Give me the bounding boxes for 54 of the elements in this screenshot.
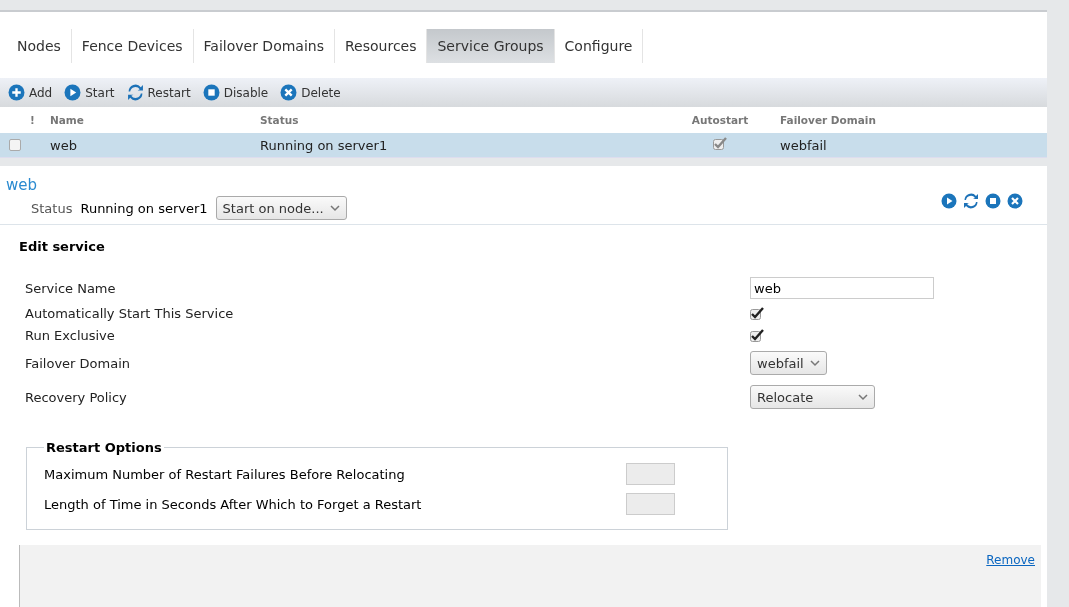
column-header: Failover Domain (780, 114, 877, 126)
tab[interactable]: Configure (554, 29, 644, 63)
checkbox[interactable] (9, 139, 21, 151)
play-icon (941, 193, 957, 209)
checkmark-icon (750, 306, 764, 320)
add-icon (8, 84, 25, 101)
checkmark-icon (750, 328, 764, 342)
field-label: Length of Time in Seconds After Which to Forget a Restart (44, 496, 422, 512)
field-label: Maximum Number of Restart Failures Before Relocating (44, 466, 405, 482)
tab[interactable]: Failover Domains (193, 29, 335, 63)
field-label: Run Exclusive (25, 327, 116, 343)
column-header: ! (30, 114, 36, 126)
field-label: Recovery Policy (25, 389, 128, 405)
field-label: Failover Domain (25, 355, 132, 371)
tab[interactable]: Nodes (7, 29, 72, 63)
tab[interactable]: Fence Devices (71, 29, 194, 63)
play-icon (64, 84, 82, 101)
column-header: Autostart (690, 114, 750, 126)
status-label: Status (31, 200, 73, 216)
stop-icon (985, 193, 1001, 209)
stop-icon (202, 84, 220, 101)
status-text: Running on server1 (80, 200, 208, 216)
group-legend: Restart Options (44, 440, 164, 455)
toolbar-button[interactable]: Restart (124, 84, 197, 101)
column-header: Name (50, 114, 85, 126)
checkbox[interactable] (750, 328, 764, 342)
caret-icon (329, 204, 340, 212)
checkmark-icon (713, 137, 727, 150)
table-cell-text: webfail (780, 137, 828, 153)
tab[interactable]: Service Groups (427, 29, 555, 63)
refresh-icon (126, 84, 144, 101)
toolbar-button[interactable]: Add (6, 84, 59, 101)
field-label: Service Name (25, 280, 117, 296)
column-header: Status (260, 114, 300, 126)
remove-link[interactable]: Remove (986, 553, 1035, 567)
close-icon (1007, 193, 1023, 209)
toolbar-button[interactable]: Delete (278, 84, 347, 101)
field-label: Automatically Start This Service (25, 305, 235, 321)
table-row[interactable]: web Running on server1 webfail (0, 133, 1047, 158)
service-title: web (6, 176, 39, 194)
close-icon (280, 84, 298, 101)
dropdown[interactable]: Relocate (750, 385, 875, 409)
node-select[interactable]: Start on node... (215, 196, 347, 220)
table-cell-text: web (50, 137, 78, 153)
table-cell-text: Running on server1 (260, 137, 389, 153)
dropdown[interactable]: webfail (750, 351, 827, 375)
caret-icon (858, 393, 868, 401)
toolbar-button[interactable]: Start (62, 84, 121, 101)
section-heading: Edit service (19, 239, 106, 254)
toolbar-button[interactable]: Disable (200, 84, 275, 101)
input-field[interactable]: web (750, 277, 934, 299)
caret-icon (809, 359, 820, 367)
refresh-icon (963, 193, 979, 209)
checkbox[interactable] (750, 306, 764, 320)
